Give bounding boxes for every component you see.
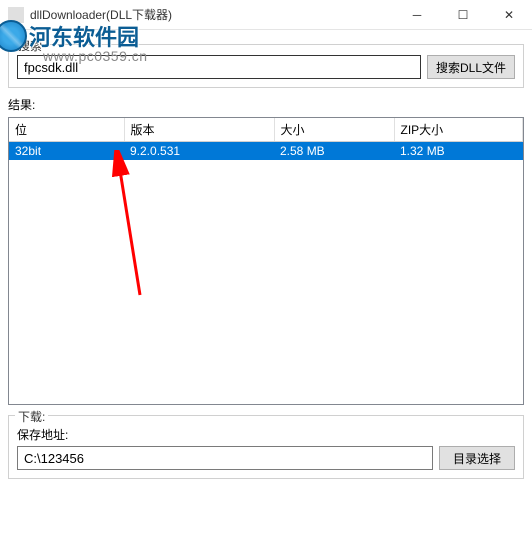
column-zipsize[interactable]: ZIP大小 <box>394 118 523 142</box>
cell-size: 2.58 MB <box>274 142 394 161</box>
download-group: 下载: 保存地址: 目录选择 <box>8 415 524 479</box>
folder-select-button[interactable]: 目录选择 <box>439 446 515 470</box>
app-icon <box>8 7 24 23</box>
results-label: 结果: <box>8 96 524 113</box>
cell-bit: 32bit <box>9 142 124 161</box>
window-title: dllDownloader(DLL下载器) <box>30 6 394 23</box>
path-label: 保存地址: <box>17 426 515 443</box>
column-bit[interactable]: 位 <box>9 118 124 142</box>
table-row[interactable]: 32bit 9.2.0.531 2.58 MB 1.32 MB <box>9 142 523 161</box>
cell-zipsize: 1.32 MB <box>394 142 523 161</box>
column-size[interactable]: 大小 <box>274 118 394 142</box>
search-legend: 搜索 <box>15 37 45 54</box>
path-input[interactable] <box>17 446 433 470</box>
maximize-button[interactable]: ☐ <box>440 0 486 30</box>
search-input[interactable] <box>17 55 421 79</box>
results-table[interactable]: 位 版本 大小 ZIP大小 32bit 9.2.0.531 2.58 MB 1.… <box>8 117 524 405</box>
column-version[interactable]: 版本 <box>124 118 274 142</box>
search-button[interactable]: 搜索DLL文件 <box>427 55 515 79</box>
cell-version: 9.2.0.531 <box>124 142 274 161</box>
minimize-button[interactable]: ─ <box>394 0 440 30</box>
search-group: 搜索 搜索DLL文件 <box>8 44 524 88</box>
download-legend: 下载: <box>15 408 48 425</box>
close-button[interactable]: ✕ <box>486 0 532 30</box>
